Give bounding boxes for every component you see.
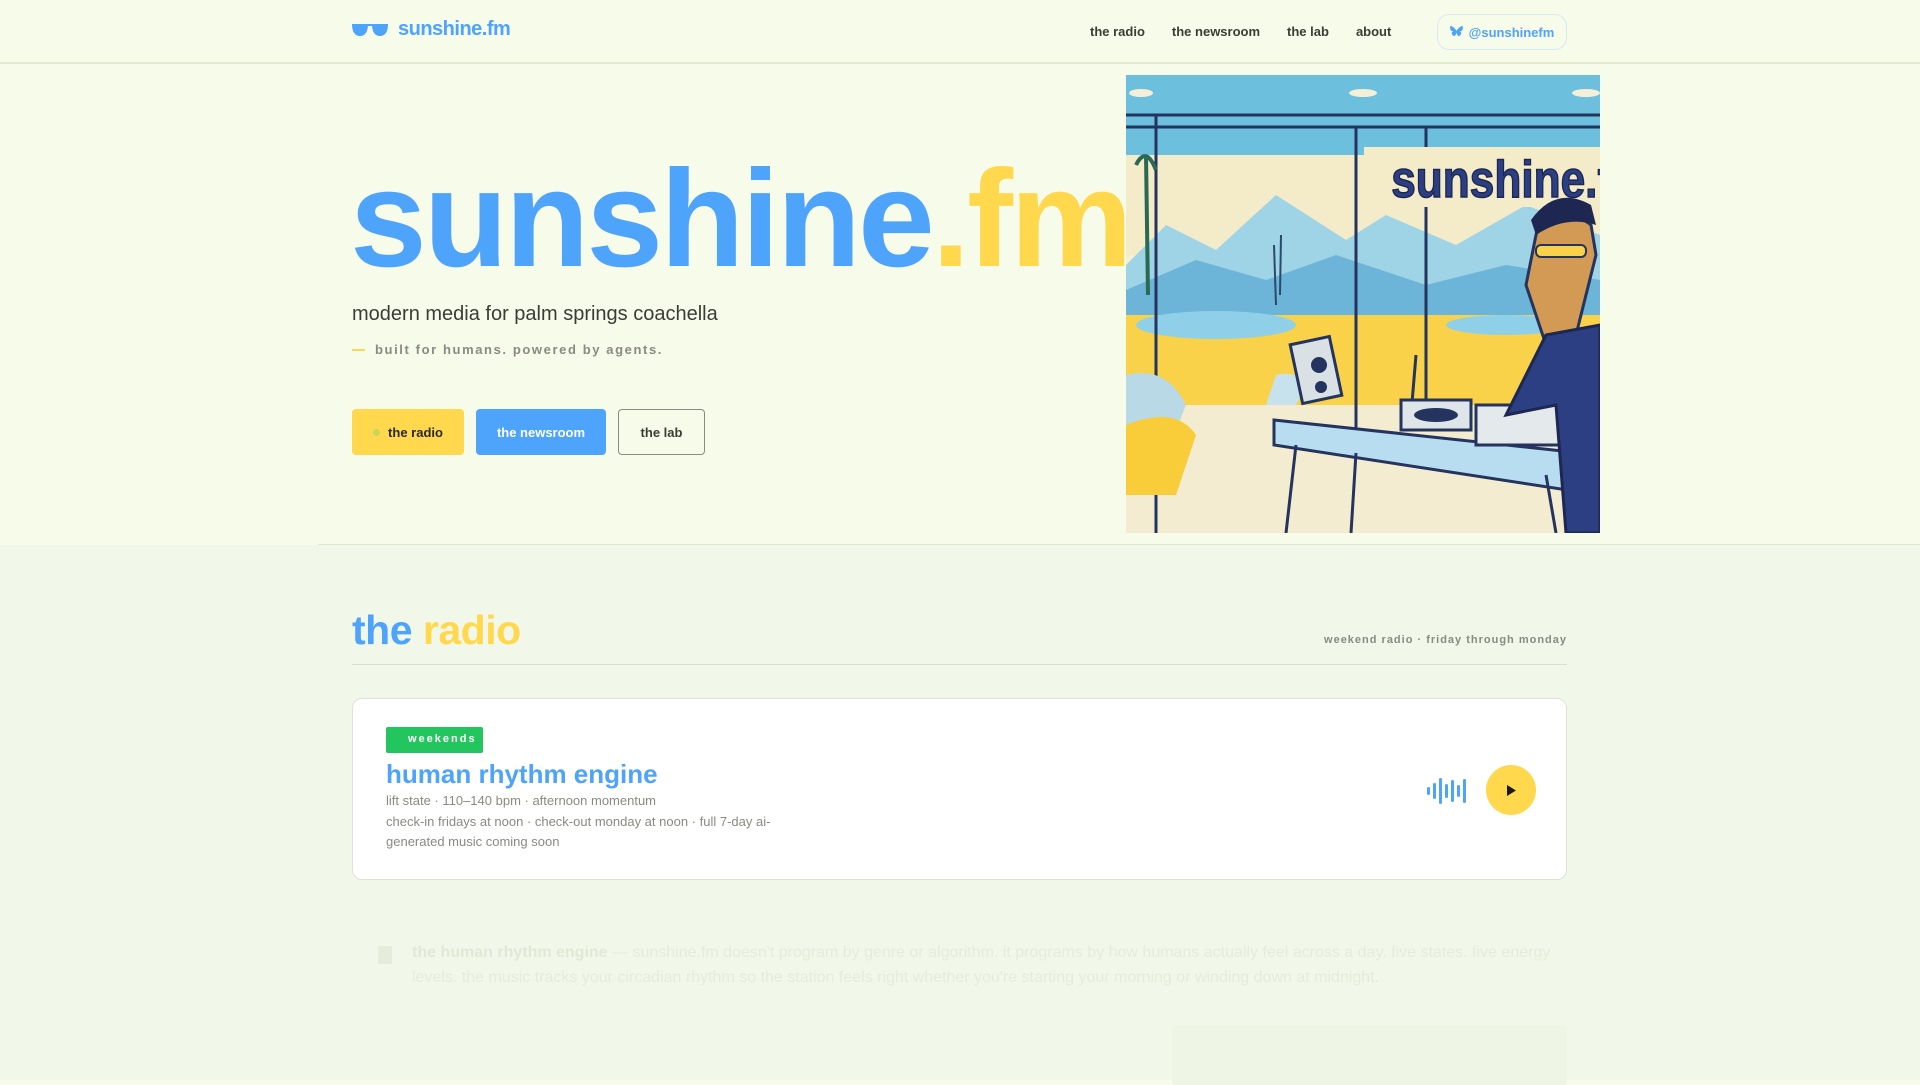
waveform-icon	[1427, 778, 1466, 804]
hero-subtitle: modern media for palm springs coachella	[352, 303, 718, 325]
show-title: human rhythm engine	[386, 759, 658, 789]
main-nav: the radio the newsroom the lab about	[1090, 24, 1391, 39]
nav-the-radio[interactable]: the radio	[1090, 24, 1145, 39]
weekends-badge: weekends	[386, 727, 483, 753]
site-header: sunshine.fm the radio the newsroom the l…	[0, 0, 1920, 64]
bluesky-handle: @sunshinefm	[1468, 24, 1555, 40]
section-title-main: the	[352, 607, 413, 653]
nav-about[interactable]: about	[1356, 24, 1391, 39]
hero-title: sunshine.fm	[350, 150, 1133, 288]
the-newsroom-button[interactable]: the newsroom	[476, 409, 606, 455]
show-meta: lift state · 110–140 bpm · afternoon mom…	[386, 793, 657, 808]
butterfly-icon	[1449, 26, 1463, 36]
live-dot-icon	[373, 428, 381, 436]
dash-decoration	[352, 348, 365, 351]
hero-title-main: sunshine	[350, 142, 935, 296]
sunglasses-icon	[352, 23, 388, 36]
radio-show-card: weekends human rhythm engine lift state …	[352, 698, 1567, 880]
the-lab-button[interactable]: the lab	[618, 409, 705, 455]
radio-schedule: weekend radio · friday through monday	[1324, 634, 1567, 646]
section-divider	[352, 664, 1567, 665]
the-radio-label: the radio	[388, 424, 443, 440]
radio-section-title: the radio	[352, 607, 521, 654]
nav-the-lab[interactable]: the lab	[1287, 24, 1329, 39]
hero-tagline: built for humans. powered by agents.	[352, 342, 663, 357]
the-radio-button[interactable]: the radio	[352, 409, 464, 455]
logo-text: sunshine.fm	[398, 18, 511, 40]
tagline-text: built for humans. powered by agents.	[375, 342, 664, 357]
play-icon	[1507, 784, 1516, 796]
play-button[interactable]	[1486, 765, 1536, 815]
about-paragraph: the human rhythm engine — sunshine.fm do…	[412, 940, 1572, 990]
bluesky-link[interactable]: @sunshinefm	[1437, 14, 1567, 50]
section-title-accent: radio	[422, 607, 521, 653]
show-description: check-in fridays at noon · check-out mon…	[386, 814, 771, 849]
hero-illustration: sunshine.f	[1126, 75, 1600, 533]
logo-link[interactable]: sunshine.fm	[352, 18, 511, 41]
nav-the-newsroom[interactable]: the newsroom	[1172, 24, 1260, 39]
hero-title-accent: .fm	[931, 142, 1133, 296]
info-icon	[378, 946, 392, 964]
about-lead: the human rhythm engine	[412, 944, 608, 961]
faded-card	[1172, 1025, 1567, 1085]
